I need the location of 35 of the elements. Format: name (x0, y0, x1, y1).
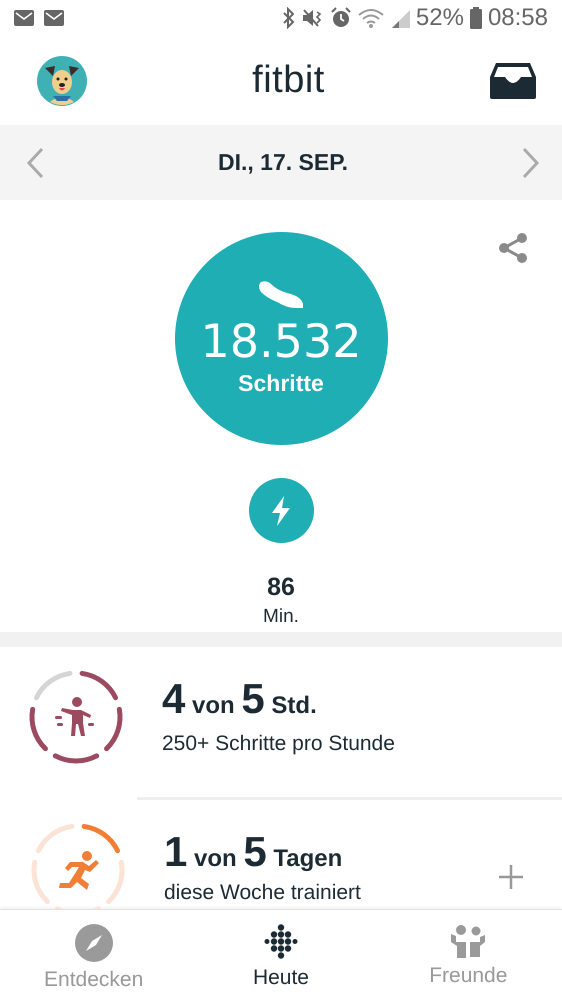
goal-progress: 4 von 5 Std. (162, 677, 317, 724)
previous-day-button[interactable] (26, 146, 44, 178)
people-icon (449, 924, 488, 958)
signal-icon (390, 8, 410, 28)
mail-icon (14, 10, 34, 26)
mail-icon (44, 10, 64, 26)
next-day-button[interactable] (522, 146, 540, 178)
nav-tab[interactable]: Entdecken (18, 910, 169, 999)
dog-avatar[interactable] (37, 56, 87, 106)
active-minutes-unit: Min. (263, 606, 299, 628)
active-minutes-value: 86 (267, 573, 295, 602)
inbox-icon[interactable] (490, 62, 536, 98)
steps-count: 18.532 (200, 318, 362, 364)
nav-tab[interactable]: Heute (206, 910, 356, 999)
battery-icon (470, 7, 482, 29)
shoe-icon (257, 280, 305, 310)
compass-icon (74, 924, 113, 962)
dots-logo-icon (262, 924, 300, 960)
steps-label: Schritte (238, 370, 324, 397)
goal-description: 250+ Schritte pro Stunde (162, 732, 395, 756)
steps-circle[interactable]: 18.532 Schritte (174, 232, 388, 445)
share-button[interactable] (498, 232, 528, 264)
battery-percent: 52% (416, 4, 464, 32)
add-button[interactable] (498, 864, 524, 890)
bluetooth-icon (282, 7, 296, 29)
clock-time: 08:58 (488, 4, 548, 32)
app-title: fitbit (252, 59, 325, 102)
lightning-icon (269, 494, 293, 526)
goal-progress: 1 von 5 Tagen (164, 830, 342, 877)
mute-vibrate-icon (302, 8, 324, 28)
goal-description: diese Woche trainiert (164, 881, 361, 905)
nav-tab[interactable]: Freunde (393, 910, 544, 999)
wifi-icon (358, 8, 384, 28)
current-date: DI., 17. SEP. (218, 149, 348, 176)
alarm-icon (330, 7, 352, 29)
